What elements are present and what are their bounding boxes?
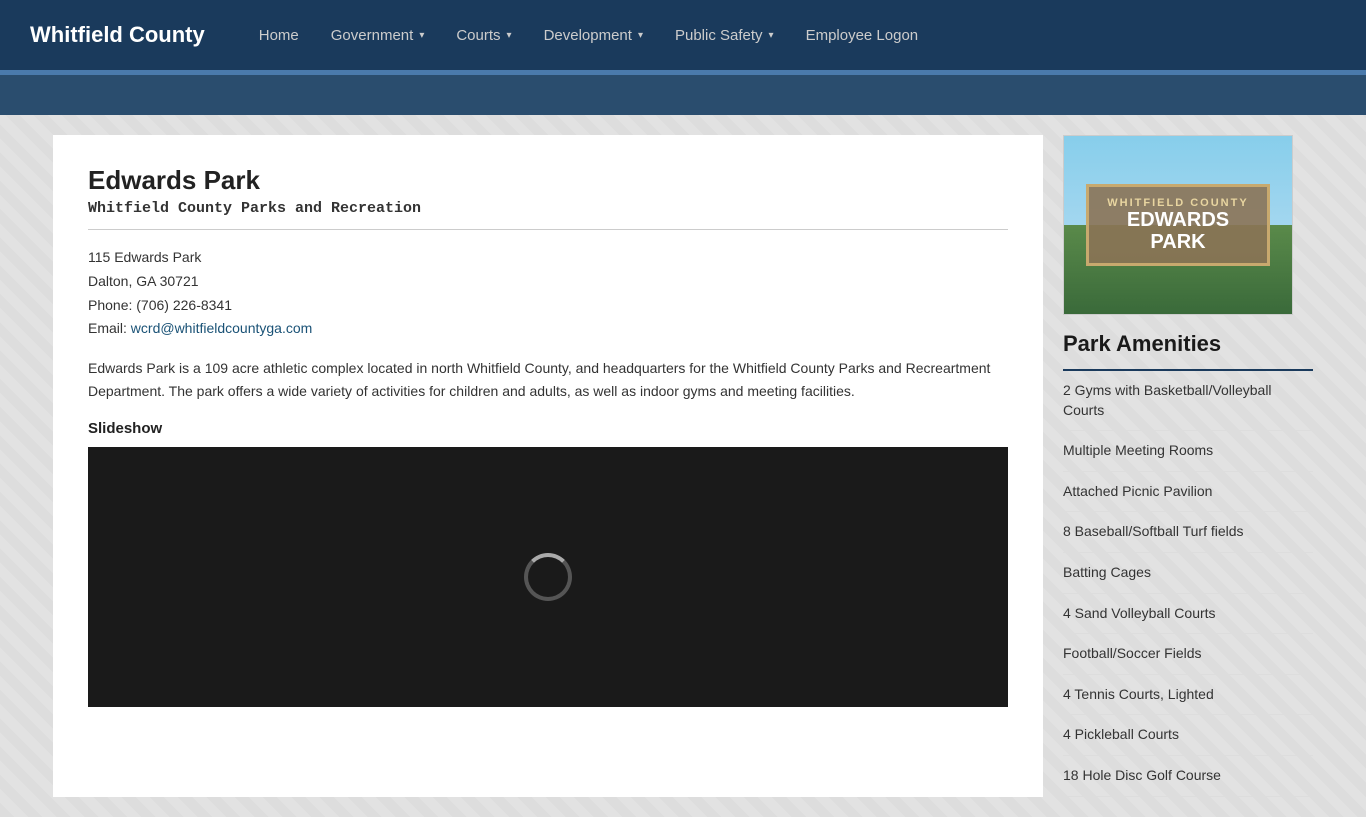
slideshow-container xyxy=(88,447,1008,707)
park-sign-wrapper: WHITFIELD COUNTY EDWARDS PARK xyxy=(1086,184,1269,266)
chevron-down-icon: ▾ xyxy=(638,30,643,41)
nav-link-home[interactable]: Home xyxy=(245,19,313,52)
page-container: Edwards Park Whitfield County Parks and … xyxy=(33,135,1333,797)
amenity-item: 2 Gyms with Basketball/Volleyball Courts xyxy=(1063,371,1313,431)
amenity-item: 4 Pickleball Courts xyxy=(1063,715,1313,756)
nav-item-employee[interactable]: Employee Logon xyxy=(792,19,933,52)
slideshow-label: Slideshow xyxy=(88,420,1008,437)
loading-spinner xyxy=(524,553,572,601)
park-image: WHITFIELD COUNTY EDWARDS PARK xyxy=(1063,135,1293,315)
nav-link-employee[interactable]: Employee Logon xyxy=(792,19,933,52)
site-brand[interactable]: Whitfield County xyxy=(30,22,205,48)
nav-item-home[interactable]: Home xyxy=(245,19,313,52)
sidebar: WHITFIELD COUNTY EDWARDS PARK Park Ameni… xyxy=(1063,135,1313,797)
park-description: Edwards Park is a 109 acre athletic comp… xyxy=(88,357,1008,402)
nav-item-courts[interactable]: Courts ▾ xyxy=(442,19,525,52)
nav-link-development[interactable]: Development ▾ xyxy=(530,19,657,52)
park-sign-county: WHITFIELD COUNTY xyxy=(1107,197,1248,209)
nav-item-government[interactable]: Government ▾ xyxy=(317,19,439,52)
nav-item-publicsafety[interactable]: Public Safety ▾ xyxy=(661,19,788,52)
chevron-down-icon: ▾ xyxy=(769,30,774,41)
park-sign-name-line2: PARK xyxy=(1107,231,1248,253)
nav-link-courts[interactable]: Courts ▾ xyxy=(442,19,525,52)
nav-link-government[interactable]: Government ▾ xyxy=(317,19,439,52)
address-line2: Dalton, GA 30721 xyxy=(88,270,1008,294)
chevron-down-icon: ▾ xyxy=(507,30,512,41)
amenity-item: 4 Sand Volleyball Courts xyxy=(1063,594,1313,635)
chevron-down-icon: ▾ xyxy=(419,30,424,41)
amenity-item: Batting Cages xyxy=(1063,553,1313,594)
phone-line: Phone: (706) 226-8341 xyxy=(88,294,1008,318)
email-line: Email: wcrd@whitfieldcountyga.com xyxy=(88,317,1008,341)
nav-item-development[interactable]: Development ▾ xyxy=(530,19,657,52)
amenities-list: 2 Gyms with Basketball/Volleyball Courts… xyxy=(1063,371,1313,797)
main-nav: Whitfield County Home Government ▾ Court… xyxy=(0,0,1366,70)
main-content: Edwards Park Whitfield County Parks and … xyxy=(53,135,1043,797)
park-sign-name-line1: EDWARDS xyxy=(1107,209,1248,231)
nav-link-publicsafety[interactable]: Public Safety ▾ xyxy=(661,19,788,52)
page-background: Edwards Park Whitfield County Parks and … xyxy=(0,115,1366,817)
park-sign: WHITFIELD COUNTY EDWARDS PARK xyxy=(1086,184,1269,266)
amenity-item: 4 Tennis Courts, Lighted xyxy=(1063,675,1313,716)
email-link[interactable]: wcrd@whitfieldcountyga.com xyxy=(131,320,313,336)
address-line1: 115 Edwards Park xyxy=(88,246,1008,270)
phone-label: Phone: xyxy=(88,297,132,313)
nav-links: Home Government ▾ Courts ▾ Development ▾… xyxy=(245,19,932,52)
banner-area xyxy=(0,75,1366,115)
page-subtitle: Whitfield County Parks and Recreation xyxy=(88,200,1008,217)
address-block: 115 Edwards Park Dalton, GA 30721 Phone:… xyxy=(88,246,1008,341)
phone-value: (706) 226-8341 xyxy=(136,297,232,313)
amenity-item: 18 Hole Disc Golf Course xyxy=(1063,756,1313,797)
page-title: Edwards Park xyxy=(88,165,1008,196)
title-divider xyxy=(88,229,1008,230)
amenity-item: 8 Baseball/Softball Turf fields xyxy=(1063,512,1313,553)
amenity-item: Football/Soccer Fields xyxy=(1063,634,1313,675)
amenities-title: Park Amenities xyxy=(1063,331,1313,357)
amenity-item: Attached Picnic Pavilion xyxy=(1063,472,1313,513)
email-label: Email: xyxy=(88,320,127,336)
amenity-item: Multiple Meeting Rooms xyxy=(1063,431,1313,472)
